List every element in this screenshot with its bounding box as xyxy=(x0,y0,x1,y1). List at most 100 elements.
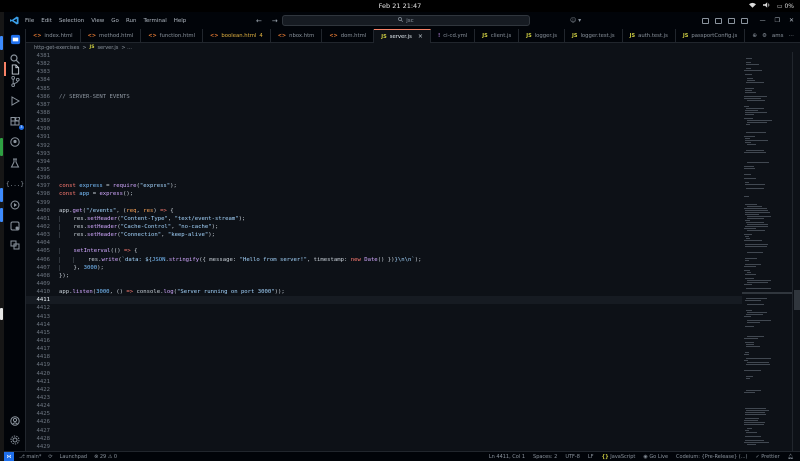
code-line[interactable]: 4383 xyxy=(26,68,742,76)
copilot-icon[interactable]: ☺ ▾ xyxy=(570,17,581,24)
menu-selection[interactable]: Selection xyxy=(59,18,84,24)
line-number[interactable]: 4404 xyxy=(26,240,50,246)
line-number[interactable]: 4400 xyxy=(26,208,50,214)
line-number[interactable]: 4388 xyxy=(26,110,50,116)
code-line[interactable]: 4419 xyxy=(26,361,742,369)
code-line[interactable]: 4421 xyxy=(26,378,742,386)
code-line[interactable]: 4416 xyxy=(26,337,742,345)
line-number[interactable]: 4383 xyxy=(26,69,50,75)
tab-auth-test-js[interactable]: JS auth.test.js xyxy=(623,29,676,43)
more-actions-icon[interactable]: ⋯ xyxy=(789,33,795,39)
breadcrumb-file[interactable]: server.js xyxy=(97,45,118,51)
code-line[interactable]: 4385 xyxy=(26,85,742,93)
code-line[interactable]: 4406 res.write(`data: ${JSON.stringify({… xyxy=(26,256,742,264)
launchpad-button[interactable]: Launchpad xyxy=(60,454,88,460)
encoding[interactable]: UTF-8 xyxy=(565,454,580,460)
line-number[interactable]: 4390 xyxy=(26,126,50,132)
code-line[interactable]: 4425 xyxy=(26,410,742,418)
line-number[interactable]: 4420 xyxy=(26,371,50,377)
code-line[interactable]: 4395 xyxy=(26,166,742,174)
line-number[interactable]: 4422 xyxy=(26,387,50,393)
menu-go[interactable]: Go xyxy=(111,18,119,24)
code-line[interactable]: 4386 // SERVER-SENT EVENTS xyxy=(26,93,742,101)
tab-nbox-htm[interactable]: <> nbox.htm xyxy=(271,29,323,43)
cursor-position[interactable]: Ln 4411, Col 1 xyxy=(489,454,525,460)
code-line[interactable]: 4414 xyxy=(26,321,742,329)
codeium-status[interactable]: Codeium: {Pre-Release} (...) xyxy=(676,454,747,460)
back-arrow-icon[interactable]: ← xyxy=(256,17,262,25)
line-number[interactable]: 4409 xyxy=(26,281,50,287)
ams-extension-button[interactable]: ams xyxy=(772,33,784,39)
code-line[interactable]: 4418 xyxy=(26,353,742,361)
indentation[interactable]: Spaces: 2 xyxy=(533,454,557,460)
code-line[interactable]: 4424 xyxy=(26,402,742,410)
docker-icon[interactable] xyxy=(9,220,21,232)
tab-method-html[interactable]: <> method.html xyxy=(81,29,142,43)
line-number[interactable]: 4394 xyxy=(26,159,50,165)
code-line[interactable]: 4387 xyxy=(26,101,742,109)
line-number[interactable]: 4384 xyxy=(26,77,50,83)
line-number[interactable]: 4411 xyxy=(26,297,50,303)
code-line[interactable]: 4391 xyxy=(26,133,742,141)
line-number[interactable]: 4421 xyxy=(26,379,50,385)
code-line[interactable]: 4399 xyxy=(26,199,742,207)
code-line[interactable]: 4402 res.setHeader("Cache-Control", "no-… xyxy=(26,223,742,231)
line-number[interactable]: 4426 xyxy=(26,419,50,425)
code-line[interactable]: 4413 xyxy=(26,313,742,321)
remote-indicator-icon[interactable]: ⋈ xyxy=(4,451,14,461)
code-line[interactable]: 4400 app.get("/events", (req, res) => { xyxy=(26,207,742,215)
line-number[interactable]: 4415 xyxy=(26,330,50,336)
settings-icon[interactable]: ⚙ xyxy=(762,33,767,39)
line-number[interactable]: 4406 xyxy=(26,257,50,263)
code-line[interactable]: 4428 xyxy=(26,435,742,443)
tab-ci-cd-yml[interactable]: ! ci-cd.yml xyxy=(431,29,476,43)
toggle-secondary-sidebar-icon[interactable] xyxy=(728,17,735,24)
customize-layout-icon[interactable] xyxy=(741,17,748,24)
line-number[interactable]: 4396 xyxy=(26,175,50,181)
timeline-icon[interactable] xyxy=(9,199,21,211)
line-number[interactable]: 4416 xyxy=(26,338,50,344)
tab-index-html[interactable]: <> index.html xyxy=(26,29,81,43)
line-number[interactable]: 4424 xyxy=(26,403,50,409)
code-line[interactable]: 4427 xyxy=(26,427,742,435)
line-number[interactable]: 4398 xyxy=(26,191,50,197)
code-line[interactable]: 4415 xyxy=(26,329,742,337)
line-number[interactable]: 4423 xyxy=(26,395,50,401)
dock-indicator-white[interactable] xyxy=(0,308,3,320)
code-line[interactable]: 4405 setInterval(() => { xyxy=(26,247,742,255)
dock-indicator-blue[interactable] xyxy=(0,208,3,222)
end-of-line[interactable]: LF xyxy=(588,454,594,460)
scrollbar-thumb[interactable] xyxy=(794,290,800,310)
line-number[interactable]: 4419 xyxy=(26,362,50,368)
code-line[interactable]: 4420 xyxy=(26,370,742,378)
json-braces-icon[interactable]: {...} xyxy=(6,178,24,190)
line-number[interactable]: 4412 xyxy=(26,305,50,311)
line-number[interactable]: 4418 xyxy=(26,354,50,360)
menu-file[interactable]: File xyxy=(25,18,34,24)
dock-indicator-green[interactable] xyxy=(0,138,3,156)
line-number[interactable]: 4428 xyxy=(26,436,50,442)
line-number[interactable]: 4381 xyxy=(26,53,50,59)
close-tab-icon[interactable]: × xyxy=(418,33,423,40)
prettier-status[interactable]: ✓ Prettier xyxy=(755,454,779,460)
code-line[interactable]: 4411 xyxy=(26,296,742,305)
code-line[interactable]: 4426 xyxy=(26,418,742,426)
menu-terminal[interactable]: Terminal xyxy=(143,18,166,24)
breadcrumb-folder[interactable]: http-get-exercises xyxy=(34,45,79,51)
code-line[interactable]: 4381 xyxy=(26,52,742,60)
code-line[interactable]: 4401 res.setHeader("Content-Type", "text… xyxy=(26,215,742,223)
line-number[interactable]: 4389 xyxy=(26,118,50,124)
tab-function-html[interactable]: <> function.html xyxy=(141,29,204,43)
code-line[interactable]: 4408}); xyxy=(26,272,742,280)
code-line[interactable]: 4407 }, 3000); xyxy=(26,264,742,272)
accounts-badge-icon[interactable] xyxy=(9,33,21,45)
minimap[interactable] xyxy=(742,52,792,451)
maximize-icon[interactable]: ❐ xyxy=(775,17,780,24)
line-number[interactable]: 4392 xyxy=(26,143,50,149)
line-number[interactable]: 4427 xyxy=(26,428,50,434)
menu-help[interactable]: Help xyxy=(174,18,187,24)
menu-run[interactable]: Run xyxy=(126,18,137,24)
line-number[interactable]: 4425 xyxy=(26,411,50,417)
branch-indicator[interactable]: ⎇ main* xyxy=(19,454,41,460)
code-line[interactable]: 4396 xyxy=(26,174,742,182)
